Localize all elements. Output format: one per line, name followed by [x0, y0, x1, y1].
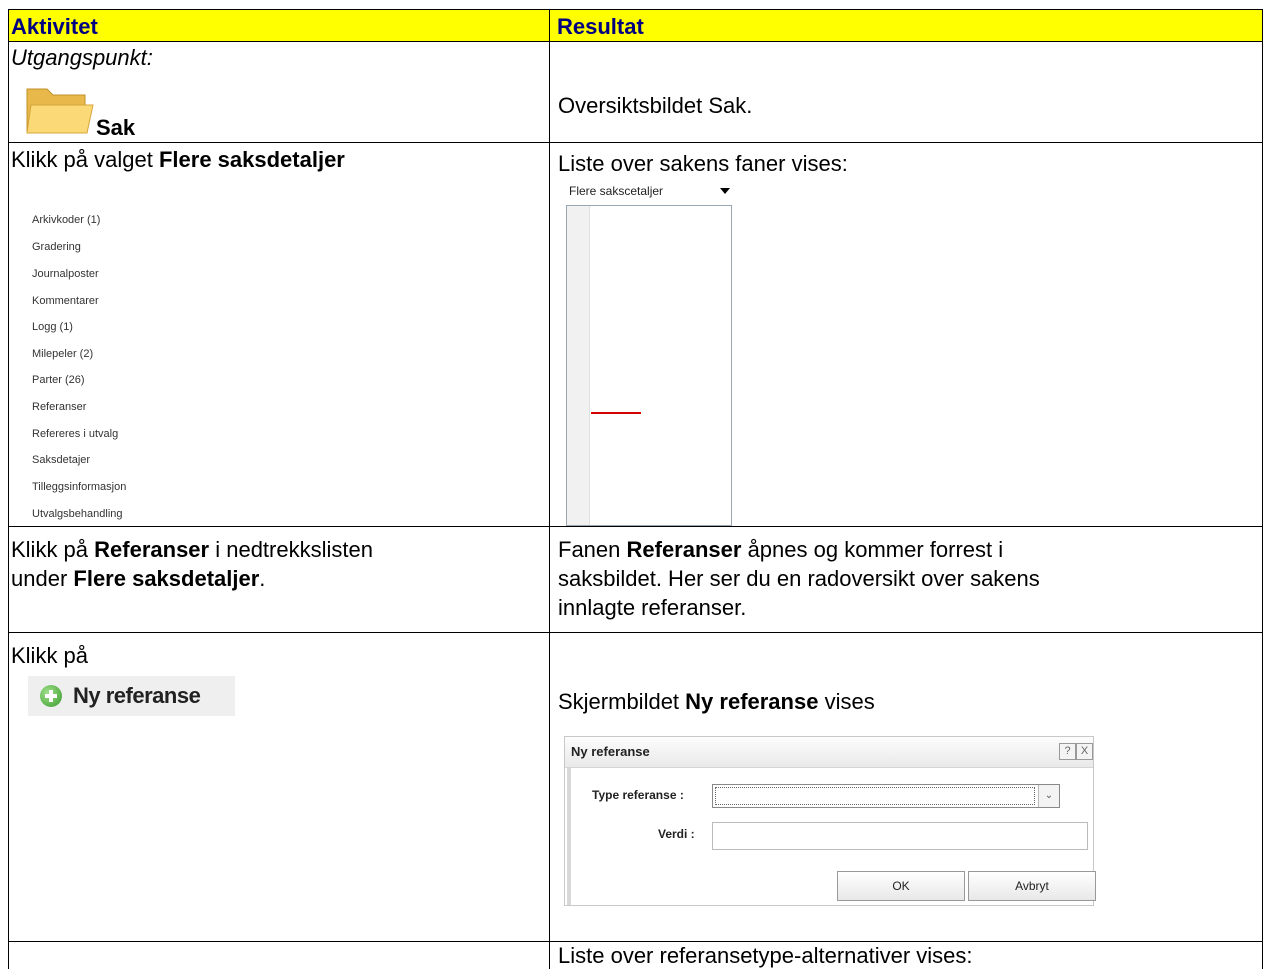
dropdown-item[interactable]: Utvalgsbehandling [32, 508, 123, 520]
grid-line [8, 632, 1263, 633]
flere-saksdetaljer-dropdown[interactable]: Flere sakscetaljer [566, 180, 734, 202]
dropdown-item[interactable]: Logg (1) [32, 321, 73, 333]
dropdown-item[interactable]: Arkivkoder (1) [32, 214, 100, 226]
row3-r1-prefix: Fanen [558, 537, 627, 562]
row3-a1-prefix: Klikk på [11, 537, 95, 562]
row2-activity: Klikk på valget Flere saksdetaljer [11, 147, 345, 173]
row1-result: Oversiktsbildet Sak. [558, 93, 753, 118]
chevron-down-icon[interactable]: ⌄ [1038, 785, 1059, 807]
grid-line [8, 9, 9, 969]
row3-result-line1: Fanen Referanser åpnes og kommer forrest… [558, 537, 1003, 563]
row3-a2-prefix: under [11, 566, 74, 591]
help-icon[interactable]: ? [1059, 743, 1076, 760]
grid-line [8, 941, 1263, 942]
grid-line [8, 526, 1263, 527]
dialog-title: Ny referanse [571, 744, 650, 759]
dropdown-item-referanser[interactable]: Referanser [32, 401, 86, 413]
avbryt-button[interactable]: Avbryt [968, 871, 1096, 901]
grid-line [8, 9, 1263, 10]
dropdown-item[interactable]: Gradering [32, 241, 81, 253]
grid-line [549, 9, 550, 969]
chevron-down-icon[interactable] [720, 188, 730, 194]
row2-prefix: Klikk på valget [11, 147, 159, 172]
dropdown-list [566, 205, 732, 526]
dropdown-selected: Flere sakscetaljer [569, 184, 664, 198]
grid-line [1262, 9, 1263, 969]
dropdown-item[interactable]: Tilleggsinformasjon [32, 481, 126, 493]
ny-referanse-label: Ny referanse [73, 683, 201, 708]
row3-r1-bold: Referanser [626, 537, 742, 562]
type-referanse-select[interactable]: ⌄ [712, 784, 1060, 808]
row3-activity-line1: Klikk på Referanser i nedtrekkslisten [11, 537, 373, 563]
dropdown-item[interactable]: Journalposter [32, 268, 99, 280]
row3-result-line3: innlagte referanser. [558, 595, 747, 620]
folder-icon [26, 88, 94, 134]
referanser-underline [591, 412, 641, 414]
grid-line [8, 41, 1263, 42]
row4-result: Skjermbildet Ny referanse vises [558, 689, 875, 715]
dropdown-gutter [567, 206, 590, 525]
row4-bold: Ny referanse [685, 689, 819, 714]
row3-a1-suffix: i nedtrekkslisten [209, 537, 373, 562]
row2-bold: Flere saksdetaljer [158, 147, 345, 172]
row3-a1-bold: Referanser [94, 537, 210, 562]
row2-result: Liste over sakens faner vises: [558, 151, 848, 176]
dialog-titlebar: Ny referanse ? X [565, 737, 1093, 768]
type-referanse-label: Type referanse : [592, 788, 684, 802]
dialog-left-bar [567, 768, 571, 905]
row3-activity-line2: under Flere saksdetaljer. [11, 566, 265, 592]
row4-prefix: Skjermbildet [558, 689, 686, 714]
row1-label: Utgangspunkt: [11, 45, 153, 70]
row5-result: Liste over referansetype-alternativer vi… [558, 943, 973, 968]
ok-button[interactable]: OK [837, 871, 965, 901]
row3-result-line2: saksbildet. Her ser du en radoversikt ov… [558, 566, 1040, 591]
dropdown-item[interactable]: Saksdetajer [32, 454, 90, 466]
plus-circle-icon [40, 685, 62, 707]
row1-sak: Sak [96, 115, 136, 140]
row4-suffix: vises [818, 689, 875, 714]
dropdown-item[interactable]: Parter (26) [32, 374, 85, 386]
close-icon[interactable]: X [1076, 743, 1093, 760]
row3-a2-bold: Flere saksdetaljer [73, 566, 260, 591]
ny-referanse-button[interactable]: Ny referanse [28, 676, 235, 716]
select-focus-ring [715, 787, 1035, 805]
header-aktivitet: Aktivitet [11, 14, 98, 39]
row3-r1-suffix: åpnes og kommer forrest i [741, 537, 1004, 562]
verdi-label: Verdi : [658, 827, 695, 841]
dropdown-item[interactable]: Refereres i utvalg [32, 428, 118, 440]
grid-line [8, 142, 1263, 143]
verdi-input[interactable] [712, 822, 1088, 850]
row4-activity: Klikk på [11, 643, 89, 668]
header-resultat: Resultat [557, 14, 644, 39]
dropdown-item[interactable]: Kommentarer [32, 295, 99, 307]
ny-referanse-dialog: Ny referanse ? X Type referanse : ⌄ Verd… [564, 736, 1096, 906]
dropdown-item[interactable]: Milepeler (2) [32, 348, 93, 360]
row3-a2-suffix: . [259, 566, 266, 591]
